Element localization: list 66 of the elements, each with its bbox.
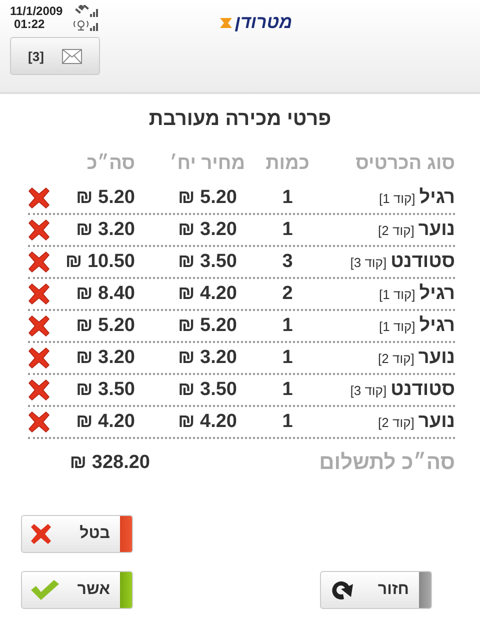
total-label: סה״כ לתשלום: [318, 451, 455, 475]
unit-price-cell-text: 3.50 ₪: [176, 251, 238, 273]
status-date: 11/1/2009: [10, 5, 63, 18]
ticket-type: רגיל: [419, 315, 455, 337]
total-cell-text: 3.20 ₪: [74, 219, 136, 241]
total-cell-text: 5.20 ₪: [74, 315, 136, 337]
ticket-code: [קוד 1]: [378, 319, 416, 334]
ticket-code: [קוד 3]: [350, 383, 387, 398]
quantity-cell-text: 2: [281, 283, 294, 305]
total-cell-text: 8.40 ₪: [74, 283, 136, 305]
column-header: סה״כ: [86, 153, 136, 175]
ticket-type: רגיל: [419, 187, 455, 209]
unit-price-cell-text: 3.20 ₪: [176, 219, 238, 241]
ticket-code: [קוד 2]: [378, 415, 414, 430]
envelope-icon: [62, 48, 82, 64]
unit-price-cell-text: 3.20 ₪: [176, 347, 238, 369]
total-value: 328.20 ₪: [70, 452, 150, 474]
column-header: מחיר יח׳: [168, 153, 245, 175]
ticket-type: נוער: [418, 347, 455, 369]
column-header: כמות: [264, 153, 310, 175]
page-title: פרטי מכירה מעורבת: [148, 108, 332, 131]
delete-icon[interactable]: [28, 379, 50, 401]
unit-price-cell-text: 4.20 ₪: [176, 411, 238, 433]
ticket-code: [קוד 1]: [378, 287, 416, 302]
unit-price-cell-text: 3.50 ₪: [176, 379, 238, 401]
column-header: סוג הכרטיס: [354, 153, 455, 175]
total-cell-text: 3.50 ₪: [74, 379, 136, 401]
quantity-cell-text: 1: [281, 347, 294, 369]
ticket-type: סטודנט: [390, 251, 455, 273]
delete-icon[interactable]: [28, 347, 50, 369]
ticket-code: [קוד 3]: [350, 255, 387, 270]
ticket-type: רגיל: [419, 283, 455, 305]
total-cell-text: 10.50 ₪: [64, 251, 136, 273]
quantity-cell-text: 1: [281, 379, 294, 401]
logo-text: מטרודן: [235, 12, 292, 33]
cancel-button[interactable]: בטל: [21, 515, 133, 553]
delete-icon[interactable]: [28, 315, 50, 337]
ticket-code: [קוד 1]: [378, 191, 416, 206]
quantity-cell-text: 1: [281, 411, 294, 433]
total-cell-text: 3.20 ₪: [74, 347, 136, 369]
ticket-type: סטודנט: [390, 379, 455, 401]
quantity-cell-text: 3: [281, 251, 294, 273]
cross-icon: [30, 523, 52, 545]
delete-icon[interactable]: [28, 411, 50, 433]
back-button[interactable]: חזור: [320, 571, 432, 609]
unit-price-cell-text: 5.20 ₪: [176, 187, 238, 209]
delete-icon[interactable]: [28, 187, 50, 209]
confirm-button[interactable]: אשר: [21, 571, 133, 609]
delete-icon[interactable]: [28, 283, 50, 305]
ticket-code: [קוד 2]: [378, 223, 414, 238]
status-time: 01:22: [13, 18, 46, 31]
total-cell-text: 4.20 ₪: [74, 411, 136, 433]
quantity-cell-text: 1: [281, 219, 294, 241]
unit-price-cell-text: 5.20 ₪: [176, 315, 238, 337]
quantity-cell-text: 1: [281, 315, 294, 337]
total-cell-text: 5.20 ₪: [74, 187, 136, 209]
delete-icon[interactable]: [28, 251, 50, 273]
quantity-cell-text: 1: [281, 187, 294, 209]
unit-price-cell-text: 4.20 ₪: [176, 283, 238, 305]
ticket-type: נוער: [418, 219, 455, 241]
delete-icon[interactable]: [28, 219, 50, 241]
messages-button[interactable]: [3]: [10, 37, 100, 75]
ticket-code: [קוד 2]: [378, 351, 414, 366]
ticket-type: נוער: [418, 411, 455, 433]
antenna-signal-icon: [70, 19, 101, 31]
checkmark-icon: [30, 579, 60, 601]
